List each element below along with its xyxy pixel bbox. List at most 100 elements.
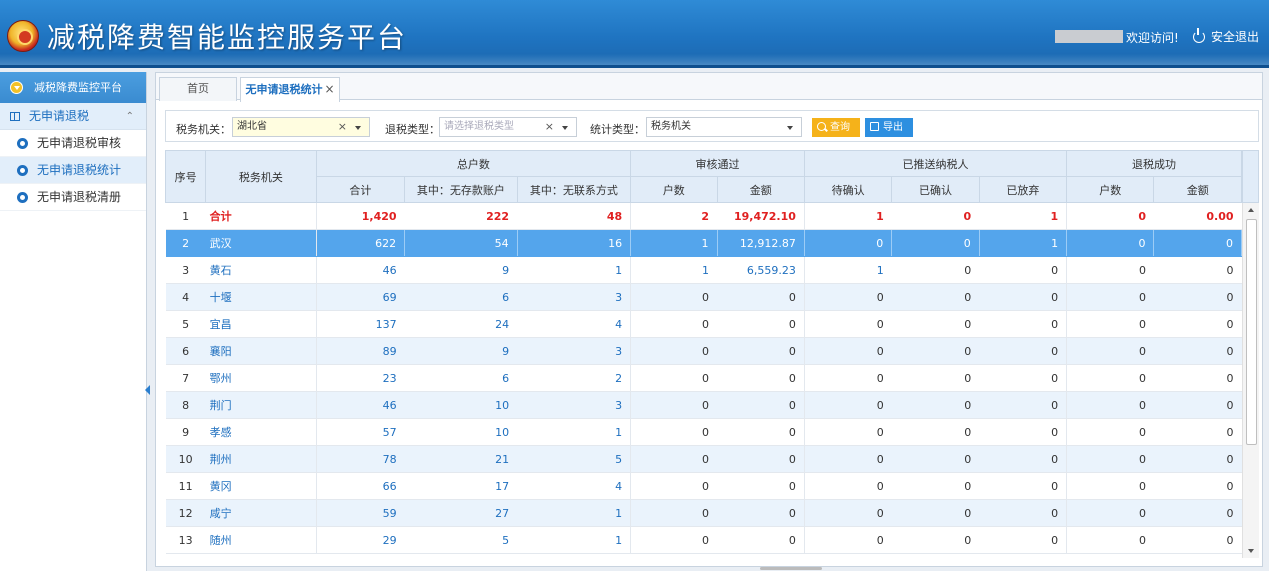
cell-no-deposit[interactable]: 6 bbox=[404, 364, 518, 392]
cell-total[interactable]: 46 bbox=[316, 256, 405, 284]
cell-no-contact[interactable]: 5 bbox=[517, 445, 632, 473]
collapse-sidebar-arrow-icon[interactable] bbox=[145, 385, 150, 395]
cell-office[interactable]: 襄阳 bbox=[205, 337, 317, 365]
cell-no-deposit[interactable]: 9 bbox=[404, 337, 518, 365]
cell-no-deposit[interactable]: 21 bbox=[404, 445, 518, 473]
clear-icon[interactable]: × bbox=[338, 118, 347, 136]
cell-office[interactable]: 宜昌 bbox=[205, 310, 317, 338]
cell-office[interactable]: 黄石 bbox=[205, 256, 317, 284]
cell-audit-count[interactable]: 0 bbox=[630, 418, 718, 446]
cell-audit-count[interactable]: 0 bbox=[630, 391, 718, 419]
cell-total[interactable]: 89 bbox=[316, 337, 405, 365]
cell-no-deposit[interactable]: 5 bbox=[404, 526, 518, 554]
cell-no-deposit[interactable]: 6 bbox=[404, 283, 518, 311]
cell-no-contact[interactable]: 4 bbox=[517, 472, 632, 500]
cell-no-deposit: 222 bbox=[404, 202, 518, 230]
cell-total[interactable]: 29 bbox=[316, 526, 405, 554]
cell-audit-count[interactable]: 0 bbox=[630, 445, 718, 473]
scrollbar-thumb[interactable] bbox=[1246, 219, 1257, 445]
cell-no-contact[interactable]: 2 bbox=[517, 364, 632, 392]
table-row[interactable]: 2 武汉 622 54 16 1 12,912.87 0 0 1 0 0 bbox=[165, 229, 1242, 257]
sidebar-item-audit[interactable]: 无申请退税审核 bbox=[0, 130, 146, 157]
sidebar-group-no-apply-refund[interactable]: 无申请退税 ⌃ bbox=[0, 103, 146, 130]
tab-refund-statistics[interactable]: 无申请退税统计 × bbox=[240, 77, 340, 102]
table-row[interactable]: 12 咸宁 59 27 1 0 0 0 0 0 0 0 bbox=[165, 499, 1242, 527]
sidebar-item-register[interactable]: 无申请退税清册 bbox=[0, 184, 146, 211]
table-row[interactable]: 6 襄阳 89 9 3 0 0 0 0 0 0 0 bbox=[165, 337, 1242, 365]
cell-office[interactable]: 荆门 bbox=[205, 391, 317, 419]
table-row[interactable]: 3 黄石 46 9 1 1 6,559.23 1 0 0 0 0 bbox=[165, 256, 1242, 284]
cell-total[interactable]: 23 bbox=[316, 364, 405, 392]
cell-audit-amount: 0 bbox=[717, 337, 805, 365]
cell-total[interactable]: 69 bbox=[316, 283, 405, 311]
export-button[interactable]: 导出 bbox=[865, 118, 913, 137]
cell-no-deposit[interactable]: 54 bbox=[404, 229, 518, 257]
cell-no-contact[interactable]: 3 bbox=[517, 337, 632, 365]
cell-no-contact[interactable]: 1 bbox=[517, 526, 632, 554]
table-row[interactable]: 1 合计 1,420 222 48 2 19,472.10 1 0 1 0 0.00 bbox=[165, 202, 1242, 230]
cell-office[interactable]: 咸宁 bbox=[205, 499, 317, 527]
table-row[interactable]: 7 鄂州 23 6 2 0 0 0 0 0 0 0 bbox=[165, 364, 1242, 392]
cell-no-deposit[interactable]: 17 bbox=[404, 472, 518, 500]
cell-audit-count[interactable]: 1 bbox=[630, 229, 718, 257]
tab-home[interactable]: 首页 bbox=[159, 77, 237, 101]
cell-no-contact[interactable]: 3 bbox=[517, 283, 632, 311]
cell-total[interactable]: 59 bbox=[316, 499, 405, 527]
cell-office[interactable]: 武汉 bbox=[205, 229, 317, 257]
cell-no-contact[interactable]: 3 bbox=[517, 391, 632, 419]
clear-icon[interactable]: × bbox=[545, 118, 554, 136]
close-tab-icon[interactable]: × bbox=[324, 82, 334, 96]
cell-total[interactable]: 137 bbox=[316, 310, 405, 338]
logout-button[interactable]: 安全退出 bbox=[1193, 28, 1259, 45]
cell-total[interactable]: 46 bbox=[316, 391, 405, 419]
cell-total[interactable]: 57 bbox=[316, 418, 405, 446]
query-button[interactable]: 查询 bbox=[812, 118, 860, 137]
cell-no-deposit[interactable]: 27 bbox=[404, 499, 518, 527]
cell-success-count: 0 bbox=[1066, 499, 1154, 527]
table-row[interactable]: 8 荆门 46 10 3 0 0 0 0 0 0 0 bbox=[165, 391, 1242, 419]
scroll-up-arrow-icon[interactable] bbox=[1248, 208, 1254, 212]
table-vertical-scrollbar[interactable] bbox=[1242, 203, 1259, 558]
cell-total[interactable]: 78 bbox=[316, 445, 405, 473]
stat-type-select[interactable]: 税务机关 bbox=[646, 117, 802, 137]
cell-audit-count[interactable]: 0 bbox=[630, 310, 718, 338]
cell-no-deposit[interactable]: 10 bbox=[404, 418, 518, 446]
cell-audit-count[interactable]: 0 bbox=[630, 283, 718, 311]
table-row[interactable]: 9 孝感 57 10 1 0 0 0 0 0 0 0 bbox=[165, 418, 1242, 446]
cell-audit-count[interactable]: 0 bbox=[630, 526, 718, 554]
table-row[interactable]: 4 十堰 69 6 3 0 0 0 0 0 0 0 bbox=[165, 283, 1242, 311]
bottom-resize-handle[interactable] bbox=[760, 567, 822, 570]
cell-audit-count[interactable]: 1 bbox=[630, 256, 718, 284]
scroll-down-arrow-icon[interactable] bbox=[1248, 549, 1254, 553]
sidebar-item-statistics[interactable]: 无申请退税统计 bbox=[0, 157, 146, 184]
cell-audit-count[interactable]: 0 bbox=[630, 499, 718, 527]
cell-no-deposit[interactable]: 9 bbox=[404, 256, 518, 284]
cell-no-contact[interactable]: 16 bbox=[517, 229, 632, 257]
cell-office[interactable]: 鄂州 bbox=[205, 364, 317, 392]
cell-office[interactable]: 黄冈 bbox=[205, 472, 317, 500]
cell-office[interactable]: 随州 bbox=[205, 526, 317, 554]
cell-audit-count[interactable]: 0 bbox=[630, 337, 718, 365]
cell-total[interactable]: 622 bbox=[316, 229, 406, 257]
cell-office[interactable]: 合计 bbox=[205, 202, 317, 230]
cell-office[interactable]: 十堰 bbox=[205, 283, 317, 311]
table-row[interactable]: 13 随州 29 5 1 0 0 0 0 0 0 0 bbox=[165, 526, 1242, 554]
cell-office[interactable]: 荆州 bbox=[205, 445, 317, 473]
cell-no-contact[interactable]: 1 bbox=[517, 256, 632, 284]
table-row[interactable]: 11 黄冈 66 17 4 0 0 0 0 0 0 0 bbox=[165, 472, 1242, 500]
cell-total[interactable]: 66 bbox=[316, 472, 405, 500]
cell-pending: 0 bbox=[804, 310, 892, 338]
cell-no-contact[interactable]: 4 bbox=[517, 310, 632, 338]
sidebar-header[interactable]: 减税降费监控平台 bbox=[0, 72, 146, 103]
cell-office[interactable]: 孝感 bbox=[205, 418, 317, 446]
cell-no-contact[interactable]: 1 bbox=[517, 499, 632, 527]
cell-no-contact[interactable]: 1 bbox=[517, 418, 632, 446]
cell-no-deposit[interactable]: 24 bbox=[404, 310, 518, 338]
cell-audit-count[interactable]: 0 bbox=[630, 472, 718, 500]
cell-no-deposit[interactable]: 10 bbox=[404, 391, 518, 419]
table-row[interactable]: 5 宜昌 137 24 4 0 0 0 0 0 0 0 bbox=[165, 310, 1242, 338]
cell-audit-count[interactable]: 0 bbox=[630, 364, 718, 392]
refund-type-select[interactable]: 请选择退税类型 × bbox=[439, 117, 577, 137]
tax-office-select[interactable]: 湖北省 × bbox=[232, 117, 370, 137]
table-row[interactable]: 10 荆州 78 21 5 0 0 0 0 0 0 0 bbox=[165, 445, 1242, 473]
